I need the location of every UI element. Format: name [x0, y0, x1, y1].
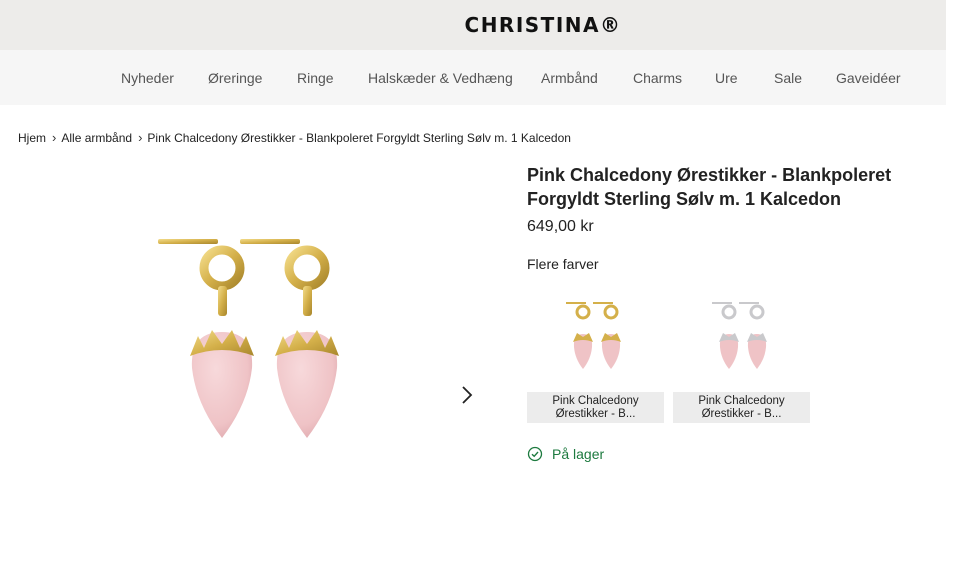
- nav-item-nyheder[interactable]: Nyheder: [121, 70, 174, 86]
- nav-item-oreringe[interactable]: Øreringe: [208, 70, 262, 86]
- nav-item-halskaeder[interactable]: Halskæder & Vedhæng: [368, 70, 513, 86]
- variant-thumbnail: [673, 283, 810, 390]
- top-header: CHRISTINA®: [0, 0, 946, 50]
- breadcrumb-home[interactable]: Hjem: [18, 131, 46, 145]
- chevron-right-icon: [462, 386, 473, 404]
- earrings-image: [158, 239, 339, 438]
- main-navigation: Nyheder Øreringe Ringe Halskæder & Vedhæ…: [0, 50, 946, 105]
- nav-item-ringe[interactable]: Ringe: [297, 70, 334, 86]
- nav-item-gaveideer[interactable]: Gaveidéer: [836, 70, 901, 86]
- variant-silver[interactable]: Pink Chalcedony Ørestikker - B...: [673, 283, 810, 423]
- variant-thumbnail: [527, 283, 664, 390]
- chevron-right-icon: ›: [138, 130, 143, 145]
- chevron-right-icon: ›: [52, 130, 57, 145]
- stock-label: På lager: [552, 446, 605, 462]
- breadcrumb-category[interactable]: Alle armbånd: [61, 131, 132, 145]
- check-circle-icon: [527, 446, 543, 462]
- nav-item-sale[interactable]: Sale: [774, 70, 802, 86]
- nav-item-armbaand[interactable]: Armbånd: [541, 70, 598, 86]
- gallery-next-button[interactable]: [458, 384, 476, 406]
- nav-item-charms[interactable]: Charms: [633, 70, 682, 86]
- variant-gold[interactable]: Pink Chalcedony Ørestikker - B...: [527, 283, 664, 423]
- product-price: 649,00 kr: [527, 218, 594, 235]
- stock-status: På lager: [527, 446, 604, 462]
- product-title: Pink Chalcedony Ørestikker - Blankpolere…: [527, 165, 892, 209]
- variant-caption: Pink Chalcedony Ørestikker - B...: [673, 392, 810, 423]
- variant-caption: Pink Chalcedony Ørestikker - B...: [527, 392, 664, 423]
- breadcrumb-current: Pink Chalcedony Ørestikker - Blankpolere…: [147, 130, 571, 145]
- breadcrumb: Hjem › Alle armbånd › Pink Chalcedony Ør…: [18, 130, 571, 145]
- product-image[interactable]: [140, 220, 370, 460]
- christina-logo[interactable]: CHRISTINA®: [465, 13, 622, 37]
- more-colors-label: Flere farver: [527, 256, 599, 272]
- nav-item-ure[interactable]: Ure: [715, 70, 738, 86]
